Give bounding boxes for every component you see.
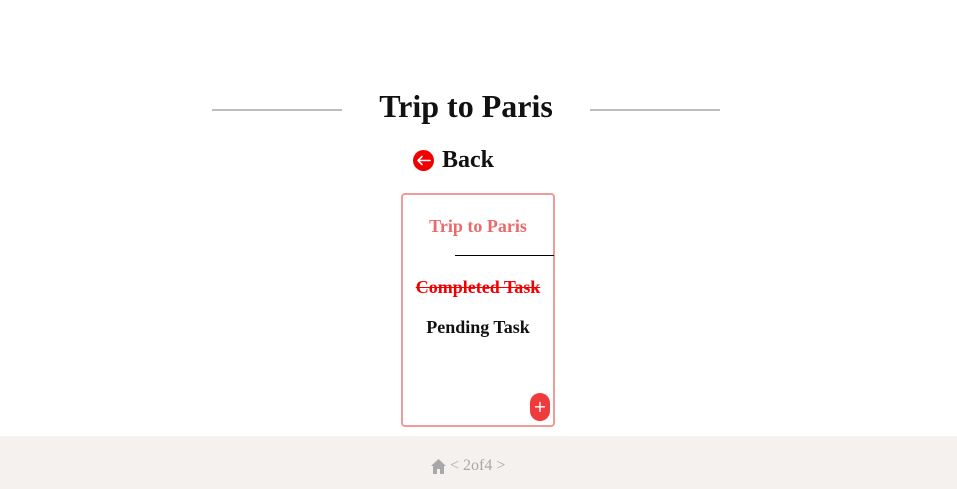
task-list-card: Trip to Paris Completed Task Pending Tas… <box>401 193 555 427</box>
title-right-rule <box>590 109 720 111</box>
back-label[interactable]: Back <box>442 146 494 174</box>
plus-icon: + <box>533 397 547 416</box>
back-link[interactable]: Back <box>413 146 494 174</box>
pending-task-item[interactable]: Pending Task <box>403 316 553 338</box>
page-indicator: 2of4 <box>463 457 493 474</box>
arrow-left-icon[interactable] <box>413 149 434 171</box>
page-title: Trip to Paris <box>379 88 553 124</box>
page: Trip to Paris Back Trip to Paris Complet… <box>0 0 957 489</box>
footer-pagination: < 2of4 > <box>430 456 505 476</box>
add-task-button[interactable]: + <box>530 393 550 421</box>
next-page-button[interactable]: > <box>496 456 505 476</box>
card-divider <box>455 255 554 256</box>
previous-page-button[interactable]: < <box>450 456 459 476</box>
arrow-left-icon-glyph <box>417 155 431 165</box>
title-left-rule <box>212 109 342 111</box>
home-icon-glyph <box>431 458 446 474</box>
footer: < 2of4 > <box>0 436 957 489</box>
card-title: Trip to Paris <box>429 216 527 236</box>
home-icon[interactable] <box>430 458 447 475</box>
completed-task-item[interactable]: Completed Task <box>403 276 553 298</box>
